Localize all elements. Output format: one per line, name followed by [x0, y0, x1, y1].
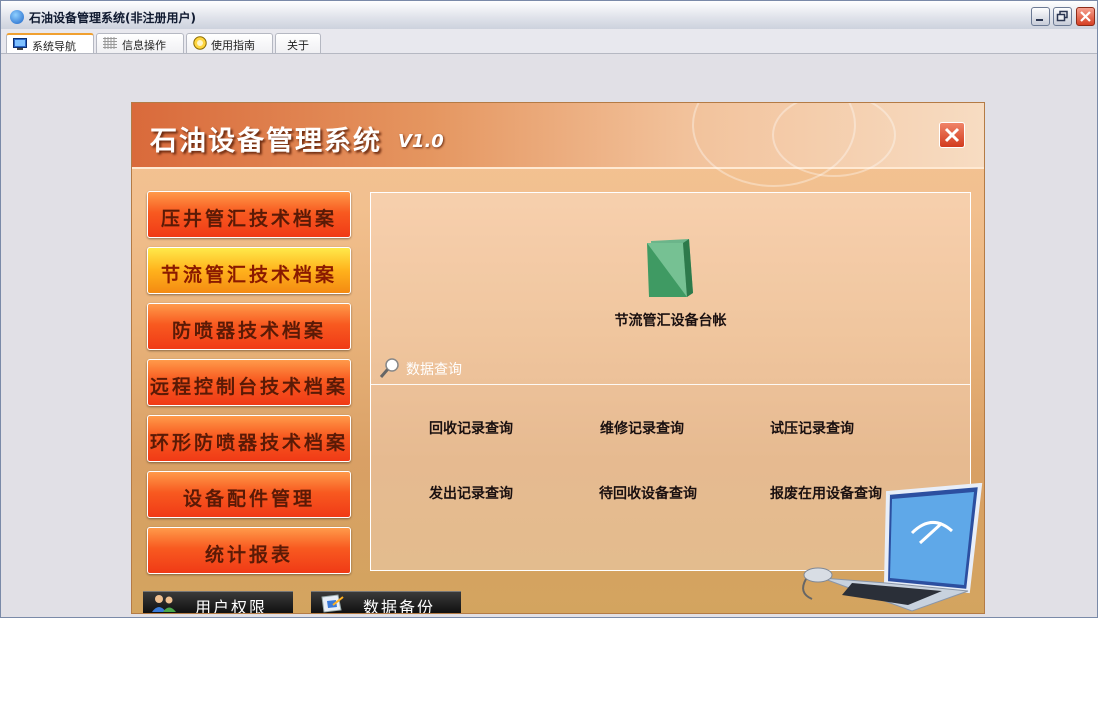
divider: [371, 384, 970, 385]
backup-icon: [321, 594, 344, 613]
close-icon: [944, 127, 960, 143]
ledger-label[interactable]: 节流管汇设备台帐: [371, 310, 970, 330]
menu-kill-manifold[interactable]: 压井管汇技术档案: [147, 191, 351, 238]
menu-label: 防喷器技术档案: [171, 320, 326, 342]
panel-title: 石油设备管理系统: [150, 126, 382, 157]
restore-icon: [1056, 10, 1068, 22]
users-icon: [152, 595, 176, 612]
close-icon: [1080, 11, 1091, 22]
tab-bar: 系统导航 信息操作 使用指南 关于: [1, 29, 1097, 54]
minimize-button[interactable]: [1031, 7, 1050, 26]
menu-label: 压井管汇技术档案: [160, 208, 337, 230]
help-icon: [193, 36, 207, 50]
bottom-button-label: 用户权限: [195, 598, 268, 613]
tab-label: 关于: [287, 39, 309, 52]
restore-button[interactable]: [1053, 7, 1072, 26]
title-bar: 石油设备管理系统(非注册用户): [1, 1, 1097, 29]
query-issued-records[interactable]: 发出记录查询: [429, 483, 513, 503]
query-pressure-test-records[interactable]: 试压记录查询: [770, 418, 854, 438]
tab-about[interactable]: 关于: [275, 33, 321, 53]
panel-header: 石油设备管理系统 V1.0: [132, 103, 984, 187]
menu-label: 设备配件管理: [182, 488, 315, 510]
minimize-icon: [1036, 19, 1043, 21]
query-pending-recovery[interactable]: 待回收设备查询: [599, 483, 697, 503]
close-button[interactable]: [1076, 7, 1095, 26]
menu-parts-management[interactable]: 设备配件管理: [147, 471, 351, 518]
menu-label: 统计报表: [204, 544, 293, 566]
menu-remote-console[interactable]: 远程控制台技术档案: [147, 359, 351, 406]
tab-info-ops[interactable]: 信息操作: [96, 33, 184, 53]
tab-user-guide[interactable]: 使用指南: [186, 33, 273, 53]
main-window: 石油设备管理系统(非注册用户) 系统导航 信息操作 使用指南 关于 石油设备管理…: [0, 0, 1098, 618]
panel-version: V1.0: [398, 131, 444, 152]
menu-label: 节流管汇技术档案: [160, 264, 337, 286]
menu-statistics[interactable]: 统计报表: [147, 527, 351, 574]
tab-label: 使用指南: [211, 39, 255, 52]
menu-label: 环形防喷器技术档案: [149, 432, 348, 454]
bottom-button-label: 数据备份: [363, 598, 436, 613]
tab-label: 系统导航: [32, 40, 76, 53]
menu-annular-bop[interactable]: 环形防喷器技术档案: [147, 415, 351, 462]
magnifier-icon: [379, 358, 399, 378]
tab-system-nav[interactable]: 系统导航: [6, 33, 94, 53]
menu-label: 远程控制台技术档案: [149, 376, 348, 398]
query-section-label: 数据查询: [406, 362, 462, 378]
menu-choke-manifold[interactable]: 节流管汇技术档案: [147, 247, 351, 294]
monitor-icon: [13, 38, 27, 50]
ledger-icon[interactable]: [643, 235, 701, 301]
query-recovery-records[interactable]: 回收记录查询: [429, 418, 513, 438]
window-title: 石油设备管理系统(非注册用户): [29, 11, 196, 25]
tab-label: 信息操作: [122, 39, 166, 52]
grid-icon: [103, 37, 117, 49]
app-icon: [10, 10, 24, 24]
menu-bop[interactable]: 防喷器技术档案: [147, 303, 351, 350]
query-repair-records[interactable]: 维修记录查询: [600, 418, 684, 438]
user-permissions-button[interactable]: 用户权限: [143, 591, 293, 613]
data-backup-button[interactable]: 数据备份: [311, 591, 461, 613]
panel-close-button[interactable]: [939, 122, 965, 148]
nav-panel: 石油设备管理系统 V1.0 压井管汇技术档案 节流管汇技术档案 防喷器技术档案 …: [132, 103, 984, 613]
laptop-illustration: [802, 483, 983, 612]
